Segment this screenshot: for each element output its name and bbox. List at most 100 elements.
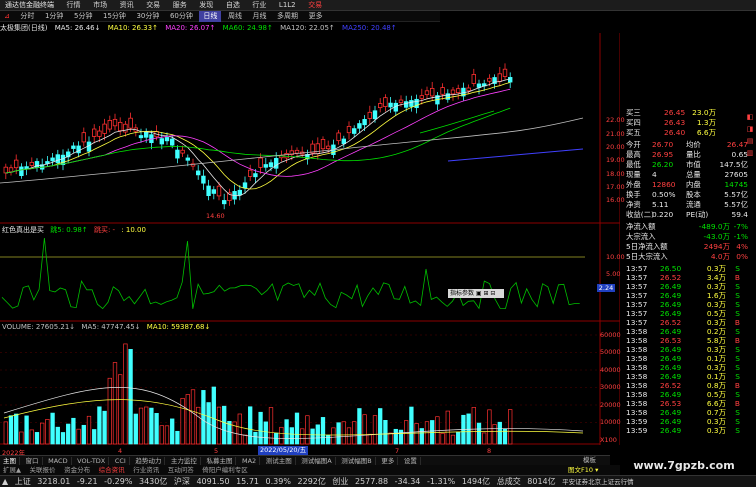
info-tab[interactable]: 综合资讯 [96, 465, 128, 475]
index-name[interactable]: 上证 [13, 476, 33, 487]
volume-bar [222, 405, 227, 445]
volume-bar [3, 421, 8, 445]
period-tab[interactable]: 月线 [249, 11, 271, 22]
info-tab[interactable]: 关联报价 [27, 465, 59, 475]
menu-item[interactable]: 服务 [168, 0, 192, 11]
tick-volume: 0.3万 [706, 363, 726, 372]
volume-bar [310, 428, 315, 445]
info-tab[interactable]: 资金分布 [61, 465, 93, 475]
candle [92, 128, 97, 137]
flow-row: 大宗流入 -43.0万 -1% [624, 232, 748, 242]
indicator-title: 红色真出是买 [2, 226, 44, 234]
candle [169, 138, 175, 146]
info-tab[interactable]: 互动问答 [165, 465, 197, 475]
order-price: 26.43 [664, 118, 686, 127]
menu-item[interactable]: 资讯 [115, 0, 139, 11]
index-change: 15.71 [236, 477, 259, 486]
side-icon[interactable]: ▥ [744, 148, 756, 158]
period-tab[interactable]: 周线 [224, 11, 246, 22]
side-icon[interactable]: ◧ [744, 112, 756, 122]
candle [268, 162, 274, 168]
tick-direction: B [734, 318, 740, 327]
x-tick: 4 [118, 447, 123, 455]
candle [487, 77, 492, 82]
candle [211, 189, 216, 194]
period-tab[interactable]: 更多 [305, 11, 327, 22]
candle [424, 90, 430, 96]
menu-item[interactable]: 行业 [247, 0, 271, 11]
period-tab[interactable]: 15分钟 [99, 11, 130, 22]
tick-direction: B [734, 336, 740, 345]
stat-value: 5.57亿 [724, 200, 748, 209]
period-tab[interactable]: 分时 [16, 11, 38, 22]
stat-row: 今开 26.70 均价 26.47 [624, 140, 748, 150]
index-name[interactable]: 沪深 [172, 476, 192, 487]
stat-value: 26.95 [652, 150, 674, 159]
indicator-param-tooltip[interactable]: 指标参数 ▣ ⊞ ⊟ [448, 289, 504, 298]
volume-bar [159, 425, 164, 445]
period-tab[interactable]: 5分钟 [70, 11, 96, 22]
flow-value: -43.0万 [703, 232, 730, 241]
candle [123, 123, 128, 133]
order-label: 买五 [626, 128, 641, 137]
index-name[interactable]: 创业 [330, 476, 350, 487]
candle [450, 89, 456, 95]
flow-label: 5日大宗流入 [626, 252, 668, 261]
stat-value: 147.5亿 [719, 160, 748, 169]
candle [13, 159, 19, 169]
info-tab[interactable]: 倚阳户编利专区 [199, 465, 251, 475]
volume-bar [24, 415, 29, 445]
tick-row: 13:58 26.53 5.8万 B [624, 336, 748, 345]
stat-row: 外盘 12860 内盘 14745 [624, 180, 748, 190]
tab-template-button[interactable]: 模板 [583, 455, 596, 465]
kline-chart[interactable] [0, 33, 620, 445]
period-tab[interactable]: 60分钟 [166, 11, 197, 22]
flow-pct: 0% [736, 252, 748, 261]
side-icon[interactable]: ▤ [744, 136, 756, 146]
candle [388, 102, 393, 108]
menu-item[interactable]: 交易 [141, 0, 165, 11]
candle [3, 166, 8, 174]
tick-row: 13:57 26.52 3.4万 B [624, 273, 748, 282]
ma-line [5, 78, 511, 197]
volume-bar [383, 420, 388, 445]
candle [273, 158, 279, 169]
f10-button[interactable]: 图文F10 ▾ [568, 465, 598, 475]
quote-panel: 买三 26.45 23.0万 买四 26.43 1.3万 买五 26.40 6.6万 今开 26.7… [624, 108, 756, 440]
menu-item[interactable]: 行情 [62, 0, 86, 11]
volume-bar [300, 428, 305, 445]
period-tab[interactable]: 1分钟 [41, 11, 67, 22]
draw-tool-icon[interactable]: ⊿ [0, 11, 14, 22]
candle [118, 121, 123, 132]
info-tab[interactable]: 扩展▲ [0, 465, 24, 475]
volume-bar [248, 406, 253, 445]
side-icon[interactable]: ◨ [744, 124, 756, 134]
candle [455, 88, 461, 94]
chart-title: 太极集团(日线) [0, 24, 48, 32]
stat-value: 12860 [652, 180, 676, 189]
menu-item[interactable]: 市场 [88, 0, 112, 11]
tick-volume: 0.3万 [706, 417, 726, 426]
tick-direction: B [734, 381, 740, 390]
period-tab-daily[interactable]: 日线 [199, 11, 222, 22]
indicator-value: 跳买: - [93, 226, 116, 234]
menu-item[interactable]: 发现 [194, 0, 218, 11]
candle [253, 173, 258, 178]
tick-volume: 5.8万 [706, 336, 726, 345]
tick-price: 26.49 [660, 309, 682, 318]
x-cursor-date: 2022/05/20/五 [258, 446, 309, 455]
volume-bar [305, 415, 310, 445]
candle [346, 126, 352, 134]
period-tab[interactable]: 多周期 [273, 11, 302, 22]
candle [320, 139, 326, 150]
menu-item[interactable]: L1L2 [274, 0, 301, 11]
info-tab[interactable]: 行业资讯 [130, 465, 162, 475]
candles [3, 63, 513, 210]
volume-bar [97, 406, 102, 445]
trade-button[interactable]: 交易 [303, 0, 327, 11]
menu-item[interactable]: 自选 [221, 0, 245, 11]
period-tab[interactable]: 30分钟 [132, 11, 163, 22]
tick-direction: S [735, 309, 740, 318]
tick-time: 13:58 [626, 399, 648, 408]
candle [383, 97, 388, 107]
